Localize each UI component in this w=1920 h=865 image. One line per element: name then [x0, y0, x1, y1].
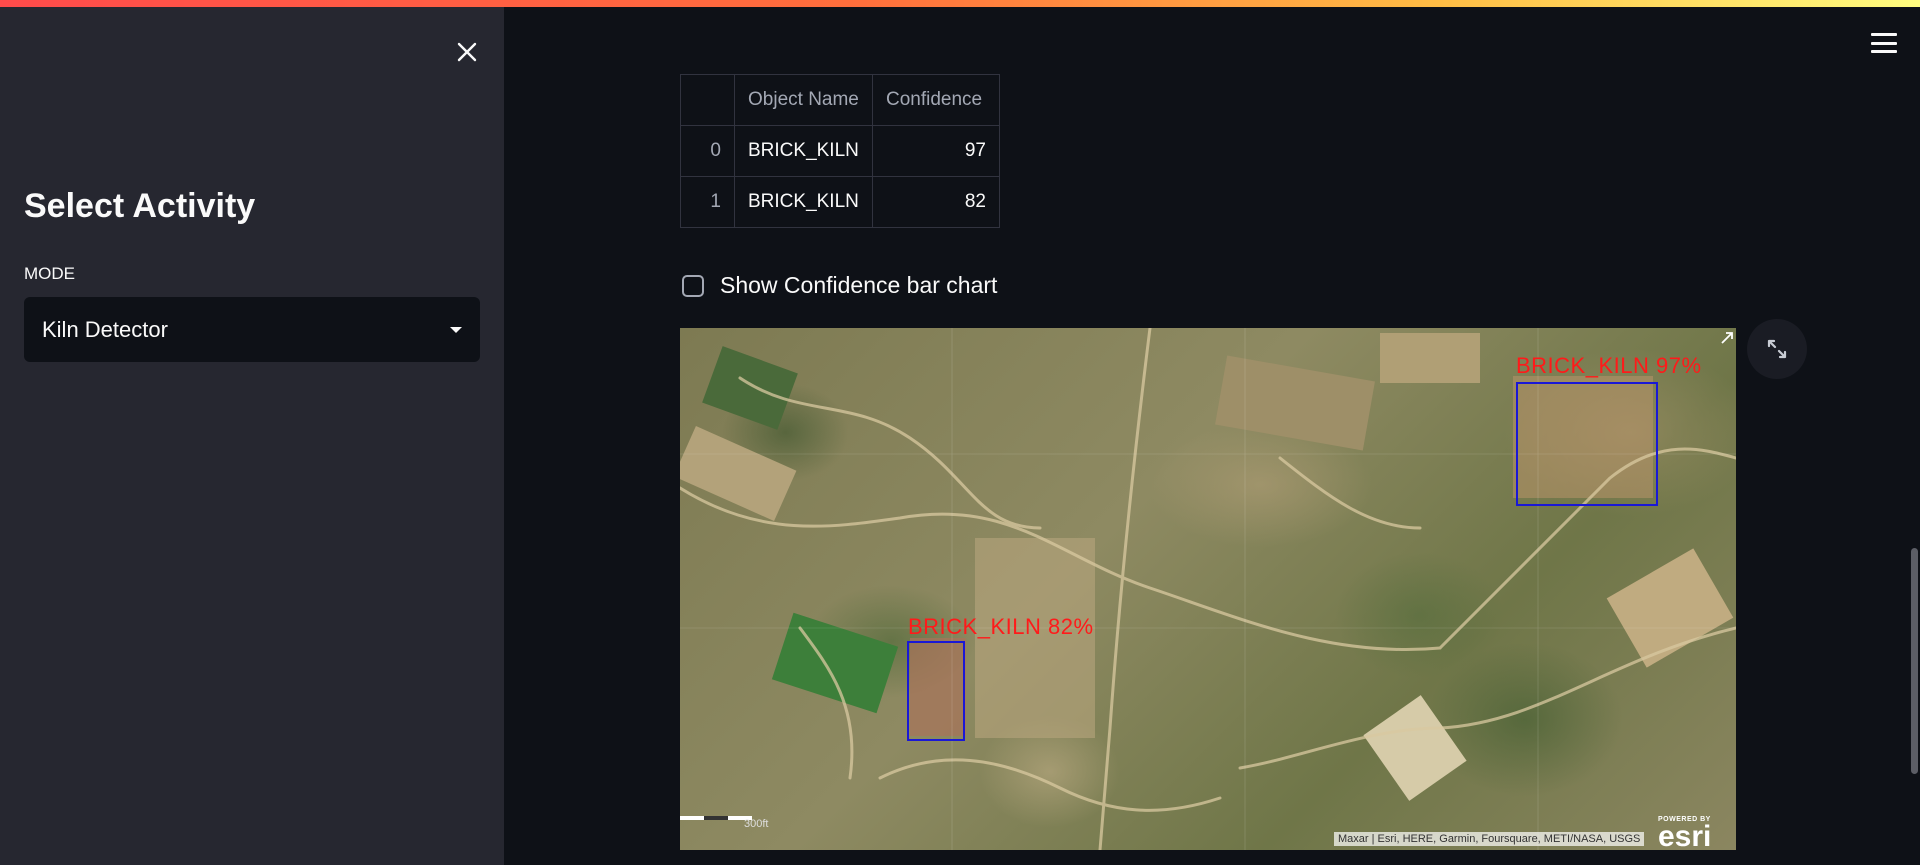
column-header-confidence[interactable]: Confidence — [872, 74, 1000, 126]
close-sidebar-button[interactable] — [448, 33, 486, 71]
sidebar: Select Activity MODE Kiln Detector — [0, 7, 504, 865]
row-index: 0 — [680, 125, 735, 177]
detections-table: Object Name Confidence 0 BRICK_KILN 97 1… — [680, 74, 1000, 228]
cell-confidence: 82 — [872, 176, 1000, 228]
mode-select[interactable]: Kiln Detector — [24, 297, 480, 362]
cell-object-name: BRICK_KILN — [734, 125, 873, 177]
detection-label: BRICK_KILN 82% — [908, 614, 1094, 639]
table-row: 0 BRICK_KILN 97 — [680, 125, 1000, 177]
mode-label: MODE — [24, 264, 75, 283]
cell-confidence: 97 — [872, 125, 1000, 177]
map-scale-bar — [680, 816, 752, 820]
column-header-index[interactable] — [680, 74, 735, 126]
detection-label: BRICK_KILN 97% — [1516, 353, 1702, 378]
map-scale-label: 300ft — [744, 818, 769, 830]
confidence-chart-label: Show Confidence bar chart — [720, 272, 998, 298]
top-decoration-stripe — [0, 0, 1920, 7]
expand-map-button[interactable] — [1747, 319, 1807, 379]
chevron-down-icon — [450, 326, 462, 333]
confidence-chart-toggle[interactable]: Show Confidence bar chart — [682, 272, 997, 299]
detection-box — [1516, 382, 1658, 506]
hamburger-menu-icon — [1871, 33, 1897, 36]
close-icon — [457, 42, 477, 62]
table-row: 1 BRICK_KILN 82 — [680, 176, 1000, 228]
sidebar-title: Select Activity — [24, 187, 256, 225]
row-index: 1 — [680, 176, 735, 228]
detection-box — [907, 641, 965, 741]
table-header-row: Object Name Confidence — [680, 74, 1000, 126]
column-header-object-name[interactable]: Object Name — [734, 74, 873, 126]
expand-icon — [1767, 339, 1787, 359]
confidence-chart-checkbox[interactable] — [682, 274, 704, 297]
page-scrollbar[interactable] — [1911, 548, 1918, 774]
cell-object-name: BRICK_KILN — [734, 176, 873, 228]
map-attribution: Maxar | Esri, HERE, Garmin, Foursquare, … — [1334, 832, 1645, 846]
satellite-map[interactable]: BRICK_KILN 97% BRICK_KILN 82% 300ft Maxa… — [680, 328, 1736, 850]
main-menu-button[interactable] — [1868, 29, 1900, 57]
esri-logo: POWERED BY esri — [1658, 816, 1712, 850]
map-fullscreen-icon[interactable] — [1720, 331, 1734, 345]
mode-select-value: Kiln Detector — [42, 316, 168, 342]
